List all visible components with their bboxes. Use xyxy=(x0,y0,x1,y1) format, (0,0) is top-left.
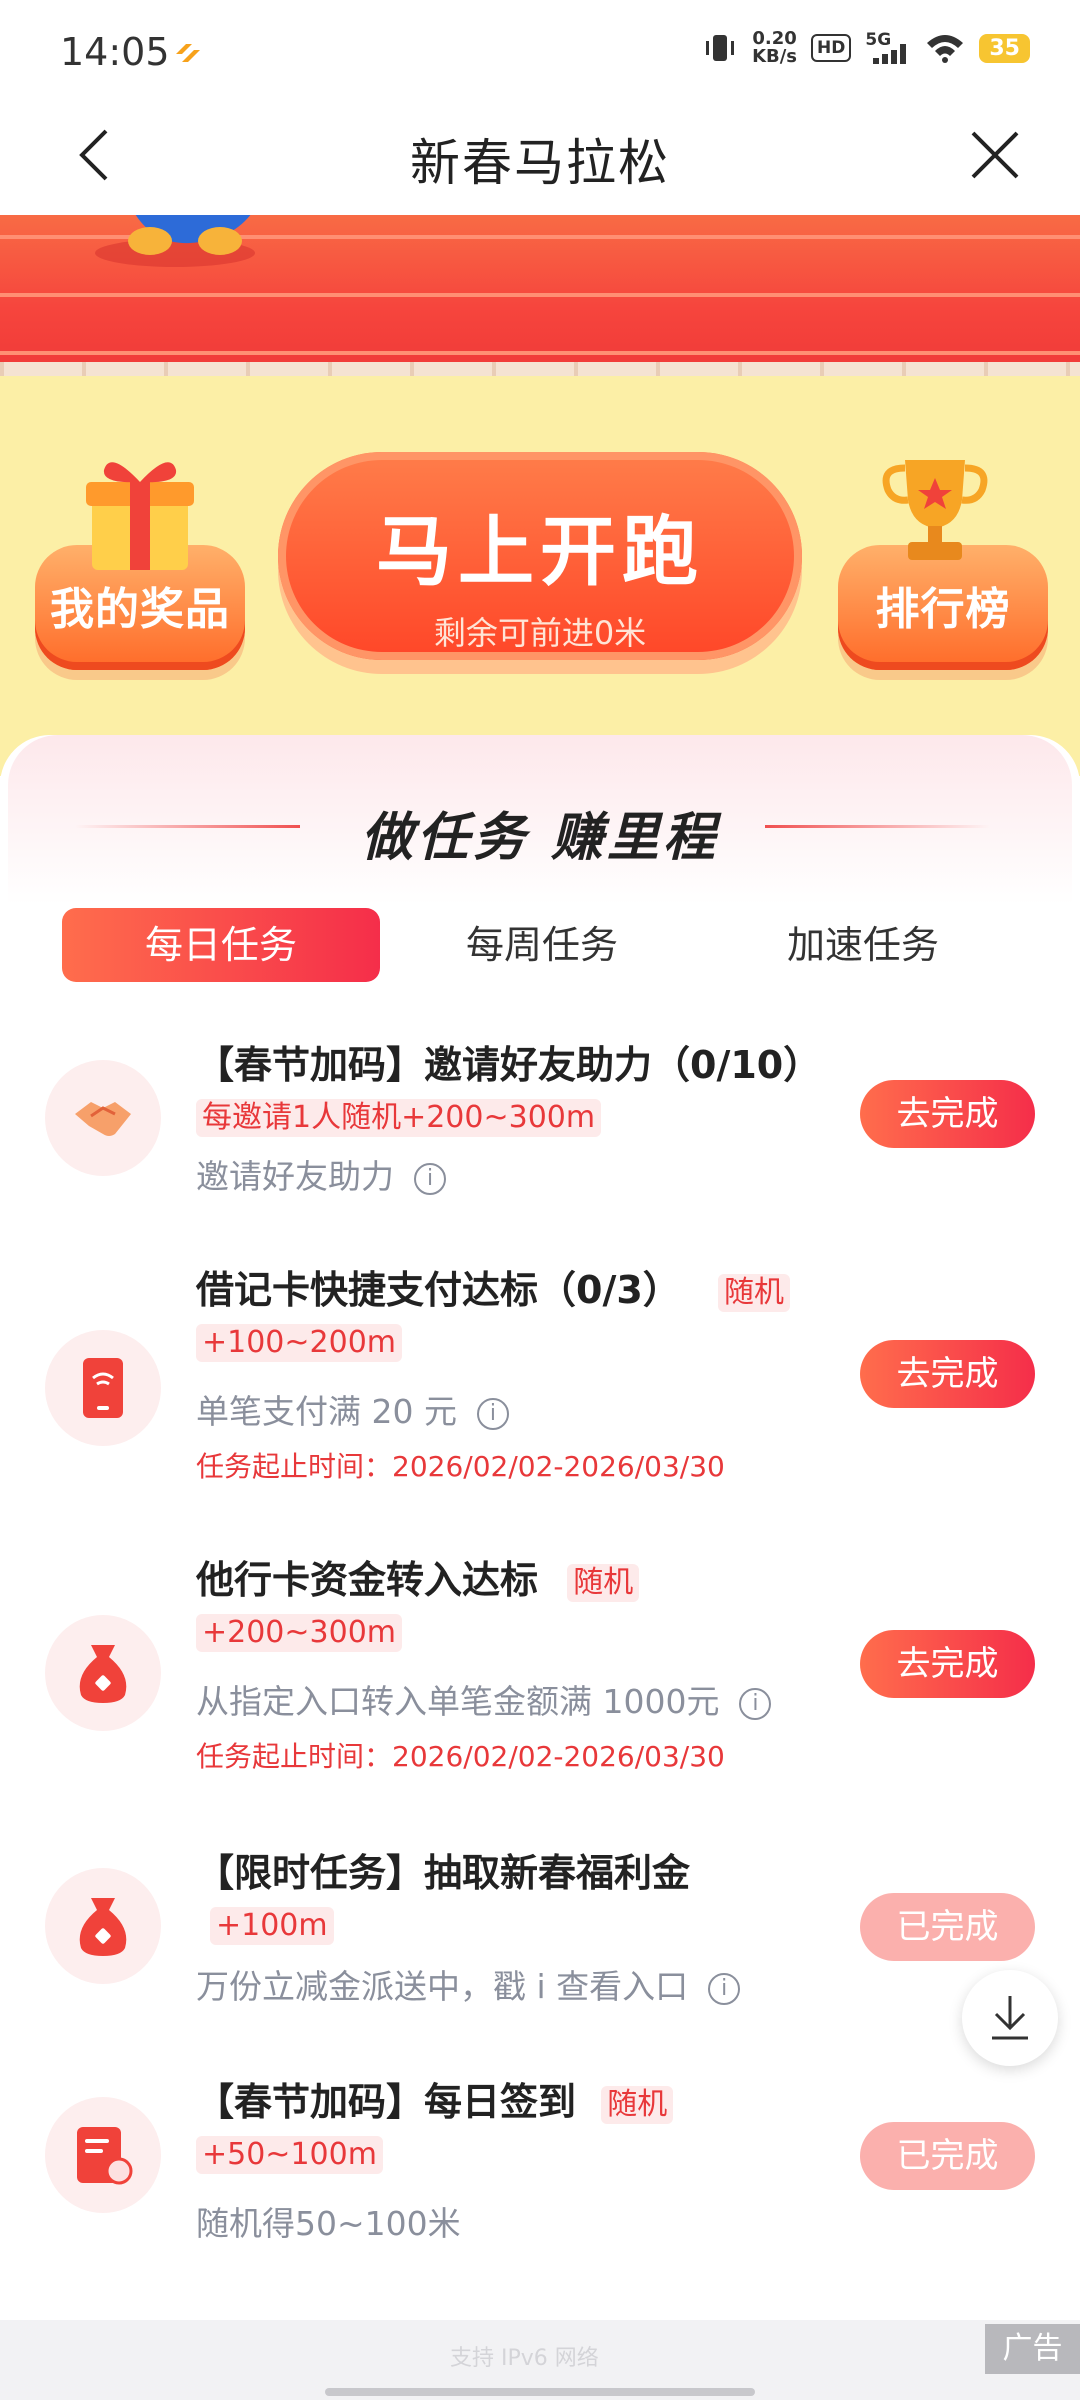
signal-icon: 5G xyxy=(865,30,911,64)
task-description: 万份立减金派送中，戳 i 查看入口 i xyxy=(196,1960,741,2008)
task-description: 邀请好友助力 i xyxy=(196,1150,446,1198)
info-icon[interactable]: i xyxy=(739,1687,772,1720)
tab-weekly[interactable]: 每周任务 xyxy=(383,908,701,982)
track-fence xyxy=(0,362,1080,376)
task-name: 【春节加码】每日签到 随机 +50~100m xyxy=(196,2077,836,2177)
task-period: 任务起止时间：2026/02/02-2026/03/30 xyxy=(196,1450,725,1483)
download-button[interactable] xyxy=(962,1970,1058,2066)
reward-chip: +50~100m xyxy=(196,2135,383,2174)
task-period: 任务起止时间：2026/02/02-2026/03/30 xyxy=(196,1740,725,1773)
vibrate-icon xyxy=(706,35,735,61)
ipv6-support-text: 支持 IPv6 网络 xyxy=(450,2346,599,2371)
mascot-illustration xyxy=(95,215,255,267)
money-bag-icon xyxy=(45,1615,161,1731)
page-title: 新春马拉松 xyxy=(410,134,670,192)
info-icon[interactable]: i xyxy=(708,1972,741,2005)
tab-boost[interactable]: 加速任务 xyxy=(704,908,1022,982)
reward-chip: 每邀请1人随机+200~300m xyxy=(196,1098,602,1137)
handshake-icon xyxy=(45,1060,161,1176)
go-complete-button[interactable]: 去完成 xyxy=(860,1630,1035,1698)
card-icon xyxy=(45,1330,161,1446)
trophy-icon xyxy=(882,460,988,560)
go-complete-button[interactable]: 去完成 xyxy=(860,1080,1035,1148)
close-icon[interactable] xyxy=(965,125,1025,185)
task-tabs: 每日任务 每周任务 加速任务 xyxy=(62,908,1022,982)
battery-indicator: 35 xyxy=(979,33,1030,63)
money-bag-icon xyxy=(45,1868,161,1984)
start-running-label: 马上开跑 xyxy=(376,507,704,596)
reward-chip: +200~300m xyxy=(196,1613,403,1652)
wifi-icon xyxy=(927,35,964,63)
app-notification-icon xyxy=(176,44,200,62)
download-icon xyxy=(992,1996,1028,2040)
info-icon[interactable]: i xyxy=(476,1397,509,1430)
home-indicator[interactable] xyxy=(325,2388,755,2396)
completed-button[interactable]: 已完成 xyxy=(860,2122,1035,2190)
task-name: 【春节加码】邀请好友助力（0/10） 每邀请1人随机+200~300m xyxy=(196,1043,822,1137)
reward-chip: +100~200m xyxy=(196,1323,403,1362)
random-tag: 随机 xyxy=(567,1563,640,1602)
task-name: 他行卡资金转入达标 随机 +200~300m xyxy=(196,1555,836,1655)
reward-chip: +100m xyxy=(210,1906,334,1945)
status-time: 14:05 xyxy=(60,30,170,74)
task-description: 单笔支付满 20 元i xyxy=(196,1385,509,1433)
info-icon[interactable]: i xyxy=(414,1162,446,1195)
start-running-button[interactable]: 马上开跑 剩余可前进0米 xyxy=(278,452,802,660)
random-tag: 随机 xyxy=(718,1273,790,1312)
task-description: 随机得50~100米 xyxy=(196,2204,461,2243)
go-complete-button[interactable]: 去完成 xyxy=(860,1340,1035,1408)
race-track-banner xyxy=(0,215,1080,370)
task-name: 借记卡快捷支付达标（0/3） 随机 +100~200m xyxy=(196,1265,836,1365)
tab-daily[interactable]: 每日任务 xyxy=(62,908,380,982)
remaining-distance: 剩余可前进0米 xyxy=(433,614,647,652)
nav-header: 新春马拉松 xyxy=(0,105,1080,215)
completed-button[interactable]: 已完成 xyxy=(860,1893,1035,1961)
network-speed: 0.20 KB/s xyxy=(752,28,798,67)
ad-label[interactable]: 广告 xyxy=(985,2324,1080,2374)
task-section-title: 做任务 赚里程 xyxy=(360,808,720,868)
task-description: 从指定入口转入单笔金额满 1000元 i xyxy=(196,1675,772,1723)
checkin-icon xyxy=(45,2097,161,2213)
random-tag: 随机 xyxy=(601,2085,674,2124)
status-bar: 14:05 0.20 KB/s HD 5G 35 xyxy=(0,0,1080,105)
task-name: 【限时任务】抽取新春福利金 +100m xyxy=(196,1851,691,1945)
hd-icon: HD xyxy=(811,34,852,62)
gift-icon xyxy=(86,462,194,570)
